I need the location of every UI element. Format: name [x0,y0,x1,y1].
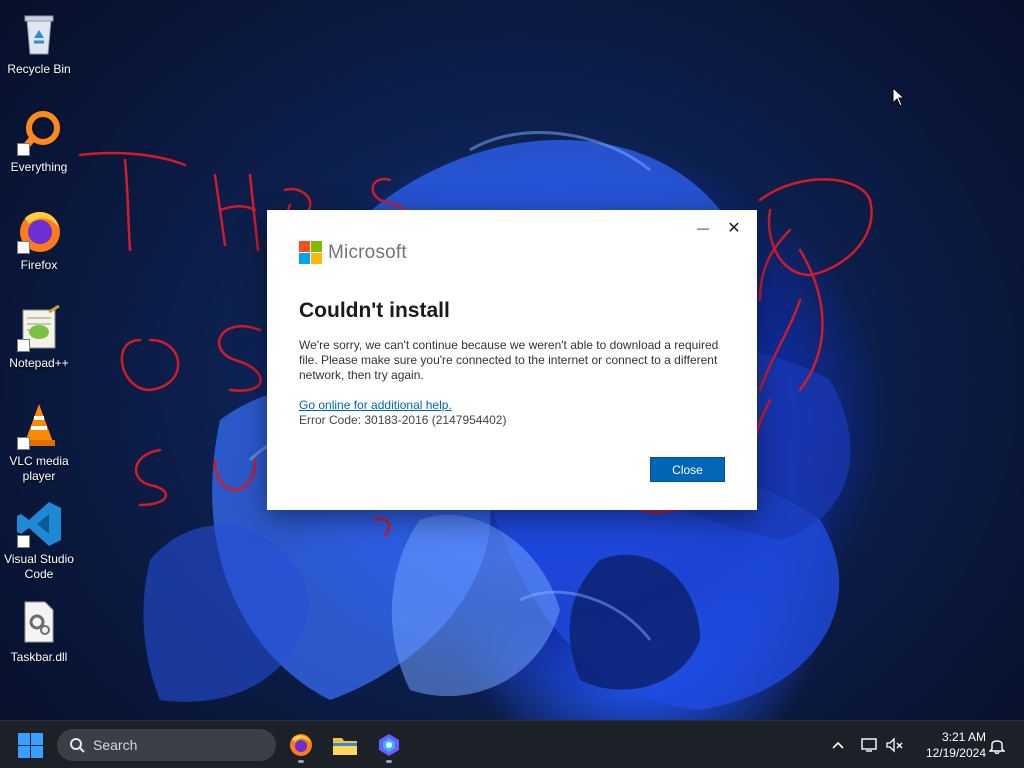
volume-tray-button[interactable] [885,735,905,755]
desktop-icon-label: Firefox [20,258,58,272]
shortcut-arrow-icon [17,143,30,156]
everything-search-icon [15,108,63,156]
start-button[interactable] [18,733,44,759]
desktop-icon-vlc[interactable]: VLC media player [0,396,78,486]
desktop-icon-firefox[interactable]: Firefox [0,200,78,290]
microsoft-logo-icon [299,241,322,264]
dll-file-icon [15,598,63,646]
dialog-message: We're sorry, we can't continue because w… [299,338,719,382]
desktop-icon-label: VLC media player [9,454,69,483]
volume-muted-icon [886,737,903,753]
taskbar-clock[interactable]: 3:21 AM 12/19/2024 [914,729,986,761]
close-window-button[interactable]: ✕ [719,218,749,238]
minimize-icon: — [697,221,709,235]
desktop-icon-notepad-plus-plus[interactable]: Notepad++ [0,298,78,388]
desktop-icon-taskbar-dll[interactable]: Taskbar.dll [0,592,78,682]
desktop-icon-label: Taskbar.dll [10,650,68,664]
clock-time: 3:21 AM [941,730,986,744]
taskbar-app-file-explorer[interactable] [329,729,361,761]
desktop-icon-recycle-bin[interactable]: Recycle Bin [0,4,78,94]
mouse-cursor-icon [892,87,906,107]
running-indicator [386,760,392,763]
minimize-button[interactable]: — [688,218,718,238]
shortcut-arrow-icon [17,339,30,352]
taskbar-search-box[interactable]: Search [57,729,276,761]
search-label: Search [93,737,138,753]
close-button[interactable]: Close [650,457,725,482]
vlc-icon [15,402,63,450]
network-tray-button[interactable] [860,735,880,755]
shortcut-arrow-icon [17,437,30,450]
show-hidden-icons-button[interactable] [828,735,848,755]
close-icon: ✕ [727,220,741,237]
firefox-icon [15,206,63,254]
file-explorer-icon [333,738,357,755]
recycle-bin-icon [15,10,63,58]
shortcut-arrow-icon [17,535,30,548]
taskbar-app-firefox[interactable] [285,729,317,763]
clock-date: 12/19/2024 [925,746,986,760]
search-icon [70,738,85,753]
help-link[interactable]: Go online for additional help. [299,398,452,412]
chevron-up-icon [832,741,844,749]
bell-icon [989,740,1005,754]
desktop-icon-label: Recycle Bin [7,62,71,76]
shortcut-arrow-icon [17,241,30,254]
desktop-icon-label: Visual Studio Code [4,552,74,581]
copilot-icon [379,734,399,756]
error-code: Error Code: 30183-2016 (2147954402) [299,413,507,427]
running-indicator [298,760,304,763]
desktop-icon-label: Everything [10,160,68,174]
taskbar: Search 3:21 AM 12/19/2024 [0,720,1024,768]
install-error-dialog: — ✕ Microsoft Couldn't install We're sor… [267,210,757,510]
desktop-icon-vscode[interactable]: Visual Studio Code [0,494,78,584]
network-icon [861,738,877,752]
taskbar-app-copilot[interactable] [373,729,405,763]
notifications-button[interactable] [987,735,1007,755]
notepad-plus-plus-icon [15,304,63,352]
dialog-title: Couldn't install [299,299,450,322]
desktop-icon-label: Notepad++ [9,356,69,370]
desktop-icon-everything[interactable]: Everything [0,102,78,192]
vscode-icon [15,500,63,548]
brand-name: Microsoft [328,242,407,263]
firefox-icon [290,734,312,756]
